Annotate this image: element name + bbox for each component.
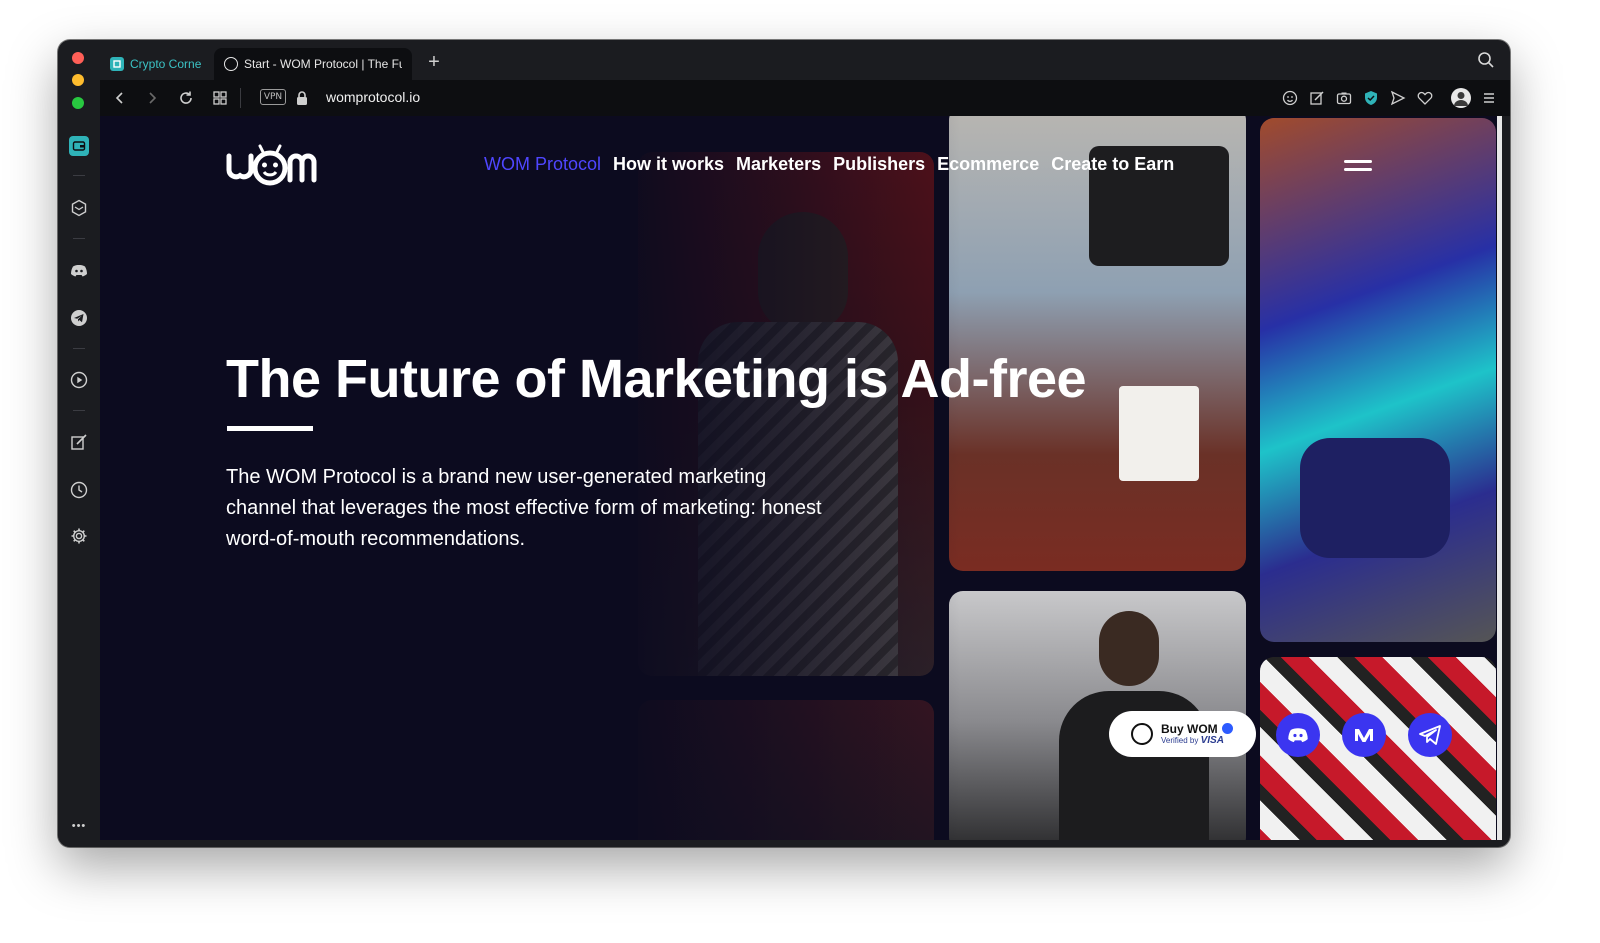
discord-icon: [1288, 727, 1308, 742]
vpn-badge[interactable]: VPN: [260, 89, 286, 105]
photo-colorful-jacket: [1260, 118, 1496, 642]
settings-icon[interactable]: [69, 526, 89, 546]
pinboard-icon[interactable]: [69, 432, 89, 452]
verified-by-text: Verified by: [1161, 735, 1199, 745]
player-icon[interactable]: [69, 370, 89, 390]
discord-button[interactable]: [1276, 713, 1320, 757]
buy-wom-text: Buy WOM Verified by VISA: [1161, 721, 1233, 746]
crypto-icon[interactable]: [69, 198, 89, 218]
medium-button[interactable]: [1342, 713, 1386, 757]
new-tab-button[interactable]: +: [422, 50, 446, 74]
heart-icon[interactable]: [1416, 89, 1434, 107]
edit-icon[interactable]: [1308, 89, 1326, 107]
hero-body: The WOM Protocol is a brand new user-gen…: [226, 466, 822, 550]
address-bar: VPN womprotocol.io: [100, 80, 1510, 116]
buy-wom-button[interactable]: Buy WOM Verified by VISA: [1109, 711, 1256, 757]
page-scrollbar[interactable]: [1497, 116, 1502, 840]
nav-how-it-works[interactable]: How it works: [613, 154, 724, 175]
medium-icon: [1355, 729, 1373, 742]
tab-wom-protocol[interactable]: Start - WOM Protocol | The Fu: [214, 48, 412, 80]
telegram-icon[interactable]: [69, 308, 89, 328]
back-button[interactable]: [108, 86, 132, 110]
lock-icon[interactable]: [296, 90, 308, 111]
photo-woman-in-chair: [949, 116, 1246, 571]
wom-mascot-icon: [1131, 723, 1153, 745]
toolbar-right: [1281, 86, 1498, 110]
nav-marketers[interactable]: Marketers: [736, 154, 821, 175]
sidebar-divider: [73, 238, 85, 239]
menu-icon[interactable]: [1480, 89, 1498, 107]
hero-title: The Future of Marketing is Ad-free: [226, 349, 1087, 409]
sidebar-more-icon[interactable]: •••: [69, 816, 89, 836]
send-icon[interactable]: [1389, 89, 1407, 107]
tab-label: Crypto Corne: [130, 57, 202, 71]
emoji-icon[interactable]: [1281, 89, 1299, 107]
toolbar-divider: [240, 88, 241, 108]
nav-create-to-earn[interactable]: Create to Earn: [1051, 154, 1174, 175]
verified-by-visa: Verified by VISA: [1161, 734, 1233, 746]
page-viewport: WOM Protocol How it works Marketers Publ…: [100, 116, 1502, 840]
nav-publishers[interactable]: Publishers: [833, 154, 925, 175]
browser-sidebar: •••: [58, 116, 100, 847]
browser-window: Crypto Corne Start - WOM Protocol | The …: [58, 40, 1510, 847]
minimize-window-button[interactable]: [72, 74, 84, 86]
buy-wom-label-text: Buy WOM: [1161, 721, 1218, 736]
history-icon[interactable]: [69, 480, 89, 500]
hero-underline: [227, 426, 313, 431]
telegram-button[interactable]: [1408, 713, 1452, 757]
wom-favicon-icon: [224, 57, 238, 71]
camera-icon[interactable]: [1335, 89, 1353, 107]
close-window-button[interactable]: [72, 52, 84, 64]
hamburger-menu-icon[interactable]: [1344, 160, 1372, 174]
wom-logo[interactable]: [226, 144, 318, 188]
url-field[interactable]: womprotocol.io: [326, 89, 420, 105]
forward-button[interactable]: [140, 86, 164, 110]
photo-detail: [1300, 438, 1450, 558]
crypto-corner-icon: [110, 57, 124, 71]
tab-strip: Crypto Corne Start - WOM Protocol | The …: [100, 40, 1510, 80]
tab-search-icon[interactable]: [1476, 50, 1496, 70]
visa-text: VISA: [1200, 734, 1224, 746]
maximize-window-button[interactable]: [72, 97, 84, 109]
tab-label: Start - WOM Protocol | The Fu: [244, 57, 402, 71]
photo-detail: [1099, 611, 1159, 686]
tab-grid-button[interactable]: [208, 86, 232, 110]
telegram-icon: [1419, 725, 1441, 745]
photo-detail: [1119, 386, 1199, 481]
nav-wom-protocol[interactable]: WOM Protocol: [484, 154, 601, 175]
reload-button[interactable]: [174, 86, 198, 110]
wallet-icon[interactable]: [69, 136, 89, 156]
tab-crypto-corner[interactable]: Crypto Corne: [100, 48, 212, 80]
sidebar-divider: [73, 410, 85, 411]
profile-avatar-icon[interactable]: [1451, 88, 1471, 108]
nav-ecommerce[interactable]: Ecommerce: [937, 154, 1039, 175]
main-nav: WOM Protocol How it works Marketers Publ…: [484, 154, 1174, 175]
discord-icon[interactable]: [69, 261, 89, 281]
verified-check-icon: [1221, 722, 1233, 734]
sidebar-divider: [73, 175, 85, 176]
sidebar-divider: [73, 348, 85, 349]
shield-icon[interactable]: [1362, 89, 1380, 107]
